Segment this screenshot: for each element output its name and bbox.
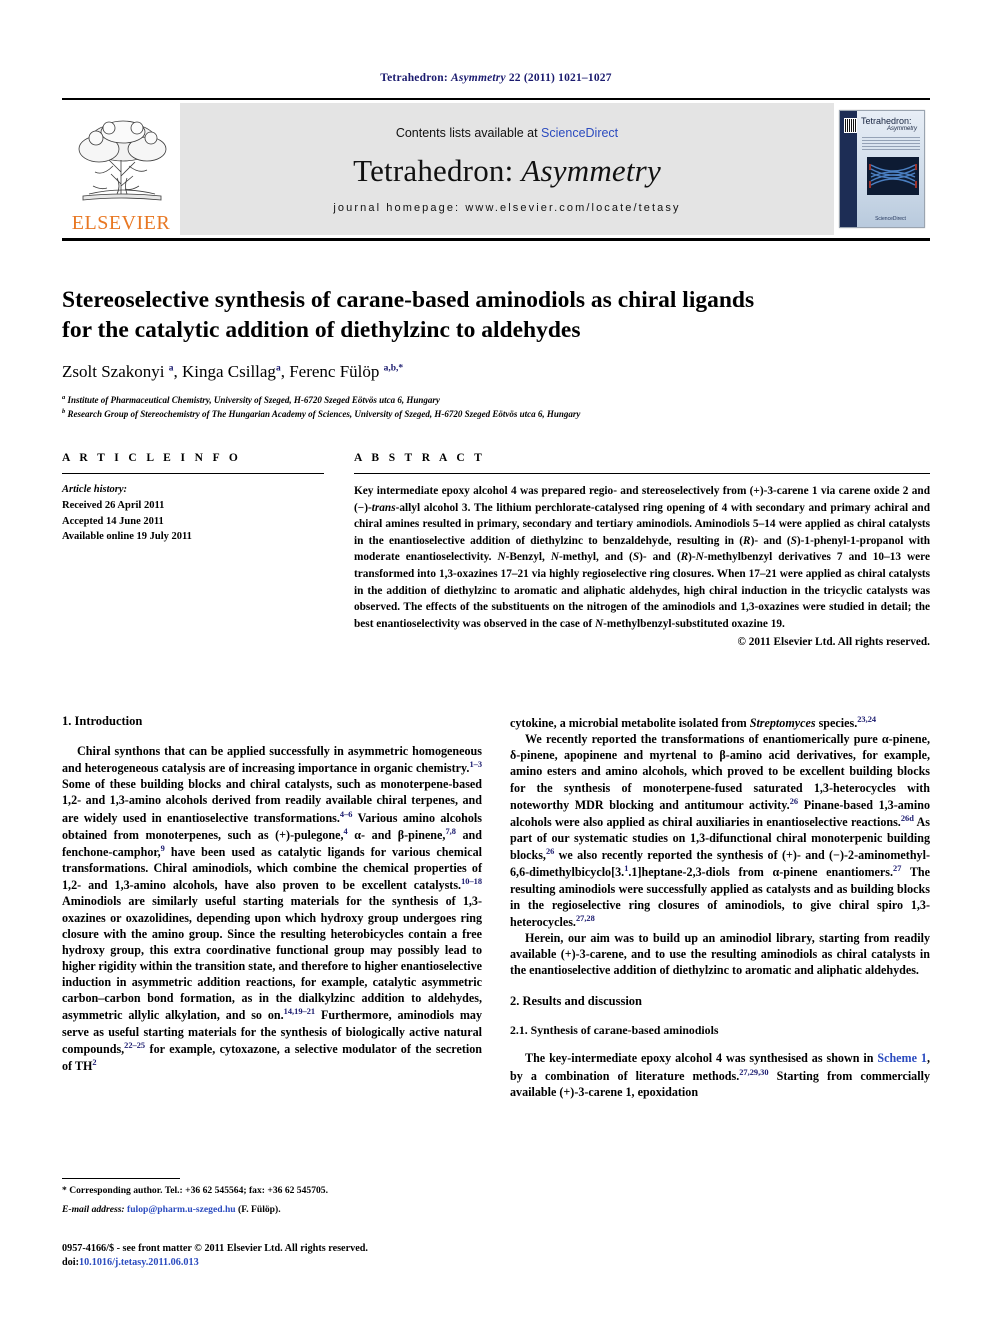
corresponding-author-note: * Corresponding author. Tel.: +36 62 545… <box>62 1185 328 1196</box>
doi-line: doi:10.1016/j.tetasy.2011.06.013 <box>62 1256 492 1270</box>
email-note: E-mail address: fulop@pharm.u-szeged.hu … <box>62 1203 482 1217</box>
intro-paragraph-1: Chiral synthons that can be applied succ… <box>62 744 483 1073</box>
journal-title-italic: Asymmetry <box>521 153 661 188</box>
masthead-top-rule <box>62 98 930 100</box>
sciencedirect-link[interactable]: ScienceDirect <box>541 126 618 140</box>
journal-masthead: ELSEVIER Contents lists available at Sci… <box>62 98 930 241</box>
masthead-center: Contents lists available at ScienceDirec… <box>180 103 834 235</box>
abstract-heading: A B S T R A C T <box>354 452 486 464</box>
elsevier-wordmark: ELSEVIER <box>71 212 171 234</box>
running-head-journal-italic: Asymmetry <box>450 72 506 84</box>
contents-lists-prefix: Contents lists available at <box>395 126 542 140</box>
issn-block: 0957-4166/$ - see front matter © 2011 El… <box>62 1242 492 1271</box>
affil-marker-b: b <box>62 407 66 415</box>
doi-label: doi: <box>62 1257 79 1269</box>
section-heading-results: 2. Results and discussion <box>510 994 642 1009</box>
running-head-citation: 22 (2011) 1021–1027 <box>508 72 612 84</box>
article-accepted: Accepted 14 June 2011 <box>62 515 164 527</box>
abstract-rule <box>354 473 930 474</box>
journal-cover-thumbnail: Tetrahedron: Asymmetry ScienceDirect <box>834 103 930 235</box>
column-gutter <box>324 452 354 648</box>
body-left-column: 1. Introduction Chiral synthons that can… <box>62 714 482 1100</box>
author-list: Zsolt Szakonyi a, Kinga Csillaga, Ferenc… <box>62 362 404 382</box>
journal-title-main: Tetrahedron: <box>353 153 522 188</box>
journal-homepage-line[interactable]: journal homepage: www.elsevier.com/locat… <box>333 202 680 214</box>
email-suffix: (F. Fülöp). <box>235 1203 281 1215</box>
cover-wave-graphic <box>867 157 919 195</box>
section-heading-introduction: 1. Introduction <box>62 714 143 728</box>
article-history-label: Article history: <box>62 484 128 495</box>
footnote-block: * Corresponding author. Tel.: +36 62 545… <box>62 1178 482 1216</box>
email-link[interactable]: fulop@pharm.u-szeged.hu <box>127 1204 236 1215</box>
author-affil-marker: a,b, <box>383 363 399 374</box>
article-title-line2: for the catalytic addition of diethylzin… <box>62 316 581 343</box>
affiliation-b: b Research Group of Stereochemistry of T… <box>62 407 930 421</box>
abstract-body: Key intermediate epoxy alcohol 4 was pre… <box>354 485 931 630</box>
abstract-copyright: © 2011 Elsevier Ltd. All rights reserved… <box>737 636 930 649</box>
corresponding-author-marker: * <box>398 363 404 374</box>
elsevier-tree-icon <box>78 120 167 201</box>
elsevier-logo: ELSEVIER <box>62 103 180 235</box>
cover-placeholder-text <box>862 137 920 151</box>
info-abstract-row: A R T I C L E I N F O Article history: R… <box>62 452 930 648</box>
cover-artwork <box>867 157 919 195</box>
article-body: 1. Introduction Chiral synthons that can… <box>62 714 930 1100</box>
article-title: Stereoselective synthesis of carane-base… <box>62 286 930 345</box>
cover-front: Tetrahedron: Asymmetry ScienceDirect <box>857 111 924 227</box>
article-received: Received 26 April 2011 <box>62 499 165 511</box>
results-paragraph-1: The key-intermediate epoxy alcohol 4 was… <box>510 1051 930 1099</box>
journal-article-page: Tetrahedron: Asymmetry 22 (2011) 1021–10… <box>0 0 992 1323</box>
affiliations: a Institute of Pharmaceutical Chemistry,… <box>62 393 930 421</box>
abstract-column: A B S T R A C T Key intermediate epoxy a… <box>354 452 930 648</box>
body-gutter <box>482 714 510 1100</box>
affil-marker-a: a <box>62 393 66 401</box>
body-right-column: cytokine, a microbial metabolite isolate… <box>510 714 930 1100</box>
section-heading-synthesis: 2.1. Synthesis of carane-based aminodiol… <box>510 1023 719 1038</box>
title-block: Stereoselective synthesis of carane-base… <box>62 286 930 421</box>
author-affil-marker: a <box>168 363 174 374</box>
cover-image: Tetrahedron: Asymmetry ScienceDirect <box>839 110 925 228</box>
affiliation-a: a Institute of Pharmaceutical Chemistry,… <box>62 393 930 407</box>
contents-lists-line: Contents lists available at ScienceDirec… <box>396 126 618 140</box>
masthead-bottom-rule <box>62 238 930 241</box>
intro-paragraph-3: Herein, our aim was to build up an amino… <box>510 931 930 978</box>
article-info-rule <box>62 473 324 474</box>
cover-title-sub: Asymmetry <box>887 126 917 133</box>
cover-title: Tetrahedron: Asymmetry <box>861 116 921 133</box>
cover-footer-label: ScienceDirect <box>875 216 906 222</box>
email-label: E-mail address: <box>62 1203 128 1215</box>
running-head-journal: Tetrahedron: <box>380 72 448 84</box>
author-affil-marker: a <box>275 363 281 374</box>
journal-title: Tetrahedron: Asymmetry <box>353 153 661 189</box>
cover-title-main: Tetrahedron: <box>861 116 912 126</box>
doi-link[interactable]: 10.1016/j.tetasy.2011.06.013 <box>79 1257 199 1268</box>
footnote-rule <box>62 1178 180 1179</box>
article-history: Article history: Received 26 April 2011 … <box>62 482 324 545</box>
issn-line: 0957-4166/$ - see front matter © 2011 El… <box>62 1243 368 1254</box>
article-info-heading: A R T I C L E I N F O <box>62 452 242 464</box>
affiliation-b-text: Research Group of Stereochemistry of The… <box>67 408 581 419</box>
article-available-online: Available online 19 July 2011 <box>62 531 192 543</box>
affiliation-a-text: Institute of Pharmaceutical Chemistry, U… <box>67 394 440 405</box>
intro-paragraph-1-continued: cytokine, a microbial metabolite isolate… <box>510 715 877 731</box>
article-info-column: A R T I C L E I N F O Article history: R… <box>62 452 324 648</box>
running-head: Tetrahedron: Asymmetry 22 (2011) 1021–10… <box>0 72 992 84</box>
article-title-line1: Stereoselective synthesis of carane-base… <box>62 287 755 313</box>
intro-paragraph-2: We recently reported the transformations… <box>510 732 931 929</box>
